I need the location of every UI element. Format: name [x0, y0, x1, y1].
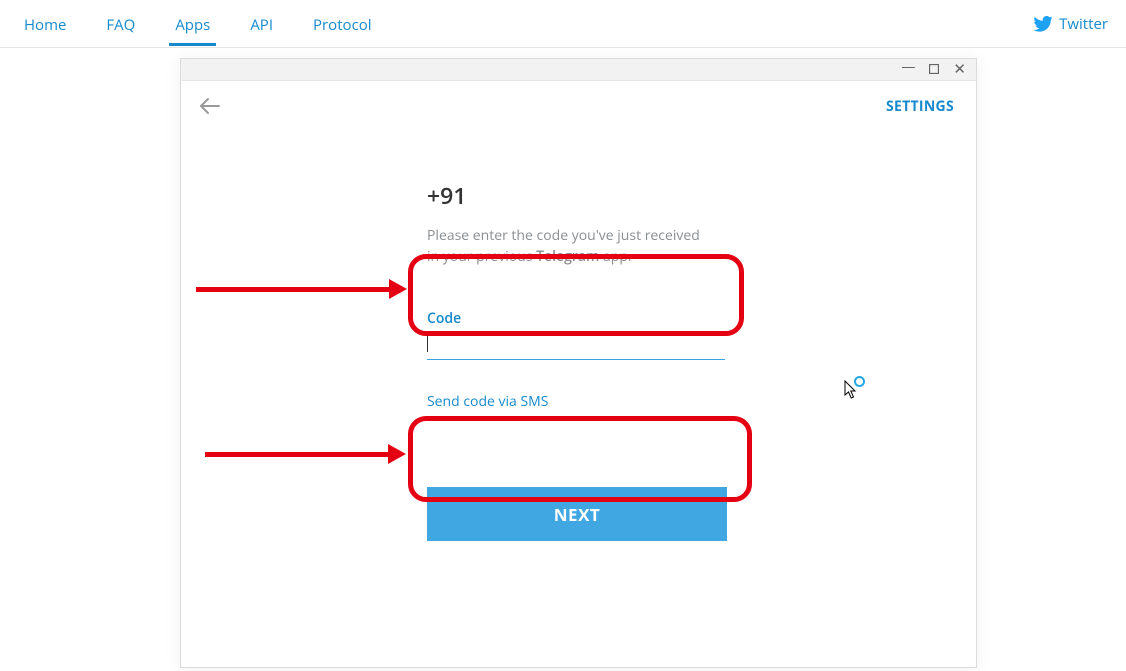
maximize-icon	[929, 64, 939, 74]
window-titlebar: — ✕	[181, 59, 976, 81]
back-button[interactable]	[199, 97, 221, 115]
nav-api[interactable]: API	[244, 1, 279, 46]
twitter-icon	[1033, 16, 1053, 32]
nav-apps[interactable]: Apps	[169, 1, 216, 46]
nav-twitter[interactable]: Twitter	[1033, 14, 1108, 34]
telegram-desktop-window: — ✕ SETTINGS +91 Please enter the code y…	[180, 58, 977, 668]
code-input-wrap	[427, 330, 737, 360]
window-minimize-button[interactable]: —	[901, 60, 915, 74]
instruction-line-2-bold: Telegram	[536, 247, 599, 266]
next-button[interactable]: NEXT	[427, 487, 727, 541]
instruction-line-1: Please enter the code you've just receiv…	[427, 226, 700, 245]
app-header: SETTINGS	[181, 81, 976, 131]
code-input-label: Code	[427, 309, 737, 328]
nav-home[interactable]: Home	[18, 1, 72, 46]
arrow-left-icon	[199, 97, 221, 115]
instruction-line-2-suffix: app.	[599, 247, 631, 266]
text-caret	[427, 334, 428, 352]
code-input[interactable]	[427, 330, 725, 360]
site-top-nav: Home FAQ Apps API Protocol Twitter	[0, 0, 1126, 48]
phone-number: +91	[427, 179, 737, 211]
instruction-line-2-prefix: in your previous	[427, 247, 536, 266]
send-code-sms-link[interactable]: Send code via SMS	[427, 392, 737, 411]
verification-form: +91 Please enter the code you've just re…	[427, 179, 737, 541]
settings-link[interactable]: SETTINGS	[886, 97, 954, 116]
nav-protocol[interactable]: Protocol	[307, 1, 378, 46]
nav-twitter-label: Twitter	[1059, 14, 1108, 34]
window-close-button[interactable]: ✕	[953, 62, 966, 77]
window-maximize-button[interactable]	[929, 63, 939, 77]
instruction-text: Please enter the code you've just receiv…	[427, 225, 737, 267]
nav-faq[interactable]: FAQ	[100, 1, 141, 46]
